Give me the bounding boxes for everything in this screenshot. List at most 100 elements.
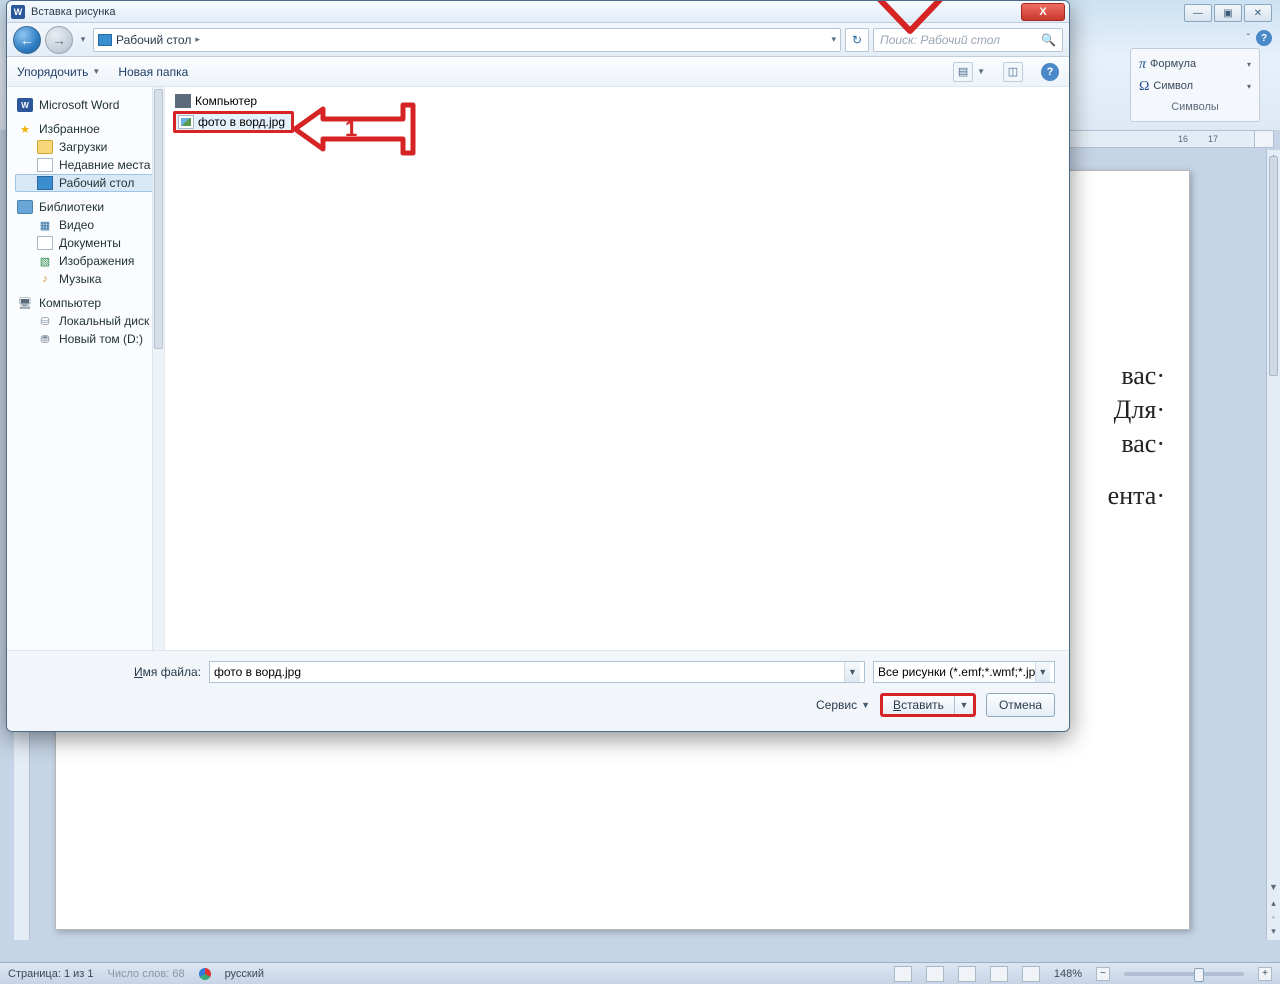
browse-object-icon[interactable]: ◦ — [1267, 910, 1280, 924]
folder-icon — [37, 140, 53, 154]
bg-restore-icon[interactable]: ▣ — [1214, 4, 1242, 22]
image-file-icon — [178, 115, 194, 129]
filename-combo[interactable]: фото в ворд.jpg ▼ — [209, 661, 865, 683]
search-icon[interactable]: 🔍 — [1041, 33, 1056, 47]
image-icon: ▧ — [37, 254, 53, 268]
chevron-down-icon: ▾ — [1247, 82, 1251, 91]
star-icon: ★ — [17, 122, 33, 136]
dialog-footer: ИИмя файла:мя файла: фото в ворд.jpg ▼ В… — [7, 650, 1069, 731]
dialog-close-button[interactable]: X — [1021, 3, 1065, 21]
nav-back-button[interactable]: ← — [13, 26, 41, 54]
nav-item-recent[interactable]: Недавние места — [15, 156, 162, 174]
zoom-slider[interactable] — [1124, 972, 1244, 976]
navigation-pane[interactable]: W Microsoft Word ★ Избранное Загрузки Не… — [7, 87, 165, 650]
zoom-in-button[interactable]: + — [1258, 967, 1272, 981]
view-draft-icon[interactable] — [1022, 966, 1040, 982]
nav-label: Изображения — [59, 254, 134, 268]
recent-icon — [37, 158, 53, 172]
ribbon-symbol-button[interactable]: Ω Символ ▾ — [1135, 75, 1255, 97]
ribbon-symbol-label: Символ — [1153, 80, 1193, 92]
breadcrumb-bar[interactable]: Рабочий стол ▸ ▾ — [93, 28, 841, 52]
refresh-button[interactable]: ↻ — [845, 28, 869, 52]
help-icon[interactable]: ? — [1256, 30, 1272, 46]
view-web-icon[interactable] — [958, 966, 976, 982]
ribbon-collapse-icon[interactable]: ˇ — [1247, 33, 1250, 44]
nav-item-downloads[interactable]: Загрузки — [15, 138, 162, 156]
scroll-thumb[interactable] — [154, 89, 163, 349]
bg-minimize-icon[interactable]: — — [1184, 4, 1212, 22]
breadcrumb-item[interactable]: Рабочий стол — [116, 33, 191, 47]
search-placeholder: Поиск: Рабочий стол — [880, 33, 1000, 47]
nav-item-computer[interactable]: 🖥 Компьютер — [15, 294, 162, 312]
status-word-count[interactable]: Число слов: 68 — [108, 968, 185, 980]
scroll-thumb[interactable] — [1269, 156, 1278, 376]
cancel-button[interactable]: Отмена — [986, 693, 1055, 717]
nav-item-libraries[interactable]: Библиотеки — [15, 198, 162, 216]
nav-item-new-volume[interactable]: ⛃ Новый том (D:) — [15, 330, 162, 348]
organize-menu[interactable]: Упорядочить ▼ — [17, 65, 100, 79]
chevron-down-icon[interactable]: ▼ — [844, 662, 860, 682]
filetype-combo[interactable]: Все рисунки (*.emf;*.wmf;*.jpg ▼ — [873, 661, 1055, 683]
tools-menu[interactable]: Сервис ▼ — [816, 698, 870, 712]
doc-text-fragment: ента· — [1108, 481, 1165, 511]
ruler-toggle[interactable] — [1254, 130, 1274, 148]
nav-forward-button[interactable]: → — [45, 26, 73, 54]
nav-item-video[interactable]: ▦ Видео — [15, 216, 162, 234]
language-icon — [199, 968, 211, 980]
bg-close-icon[interactable]: ✕ — [1244, 4, 1272, 22]
ribbon-formula-button[interactable]: π Формула ▾ — [1135, 53, 1255, 75]
file-item-selected[interactable]: фото в ворд.jpg — [173, 111, 294, 133]
dialog-titlebar[interactable]: W Вставка рисунка X — [7, 1, 1069, 23]
status-language[interactable]: русский — [225, 968, 264, 980]
nav-label: Microsoft Word — [39, 98, 119, 112]
nav-label: Библиотеки — [39, 200, 104, 214]
view-mode-button[interactable]: ▤ ▼ — [953, 62, 985, 82]
document-icon — [37, 236, 53, 250]
file-item-computer[interactable]: Компьютер — [173, 93, 259, 109]
prev-page-icon[interactable]: ▴ — [1267, 896, 1280, 910]
new-folder-button[interactable]: Новая папка — [118, 65, 188, 79]
vertical-scrollbar[interactable]: ▲ ▼ ▴ ◦ ▾ — [1266, 150, 1280, 940]
dialog-nav-bar: ← → ▾ Рабочий стол ▸ ▾ ↻ Поиск: Рабочий … — [7, 23, 1069, 57]
chevron-down-icon[interactable]: ▼ — [1035, 662, 1050, 682]
nav-label: Музыка — [59, 272, 101, 286]
nav-item-music[interactable]: ♪ Музыка — [15, 270, 162, 288]
nav-history-dropdown[interactable]: ▾ — [77, 34, 89, 45]
preview-pane-button[interactable]: ◫ — [1003, 62, 1023, 82]
view-outline-icon[interactable] — [990, 966, 1008, 982]
file-list-pane[interactable]: Компьютер фото в ворд.jpg 1 — [165, 87, 1069, 650]
tools-label: Сервис — [816, 698, 857, 712]
bg-ribbon-help: ˇ ? — [1247, 30, 1272, 46]
view-print-layout-icon[interactable] — [894, 966, 912, 982]
nav-item-local-disk[interactable]: ⛁ Локальный диск — [15, 312, 162, 330]
zoom-out-button[interactable]: − — [1096, 967, 1110, 981]
insert-dropdown[interactable]: ▼ — [955, 696, 973, 714]
organize-label: Упорядочить — [17, 65, 88, 79]
next-page-icon[interactable]: ▾ — [1267, 924, 1280, 938]
nav-item-documents[interactable]: Документы — [15, 234, 162, 252]
status-page[interactable]: Страница: 1 из 1 — [8, 968, 94, 980]
help-icon[interactable]: ? — [1041, 63, 1059, 81]
navpane-scrollbar[interactable] — [152, 87, 164, 650]
chevron-down-icon: ▼ — [861, 700, 870, 710]
omega-icon: Ω — [1139, 77, 1149, 95]
chevron-right-icon[interactable]: ▸ — [195, 34, 200, 45]
scroll-down-icon[interactable]: ▼ — [1267, 880, 1280, 894]
view-reading-icon[interactable] — [926, 966, 944, 982]
ribbon-group-title: Символы — [1135, 101, 1255, 113]
dialog-toolbar: Упорядочить ▼ Новая папка ▤ ▼ ◫ ? — [7, 57, 1069, 87]
nav-label: Избранное — [39, 122, 100, 136]
search-box[interactable]: Поиск: Рабочий стол 🔍 — [873, 28, 1063, 52]
disk-icon: ⛁ — [37, 314, 53, 328]
nav-item-desktop[interactable]: Рабочий стол — [15, 174, 162, 192]
library-icon — [17, 200, 33, 214]
nav-item-favorites[interactable]: ★ Избранное — [15, 120, 162, 138]
doc-text-fragment: вас· — [1121, 429, 1165, 459]
word-app-icon: W — [11, 5, 25, 19]
doc-text-fragment: Для· — [1114, 395, 1165, 425]
insert-button[interactable]: Вставить ▼ — [880, 693, 976, 717]
nav-item-word[interactable]: W Microsoft Word — [15, 96, 162, 114]
breadcrumb-dropdown-icon[interactable]: ▾ — [831, 34, 836, 45]
nav-item-images[interactable]: ▧ Изображения — [15, 252, 162, 270]
zoom-percent[interactable]: 148% — [1054, 968, 1082, 980]
